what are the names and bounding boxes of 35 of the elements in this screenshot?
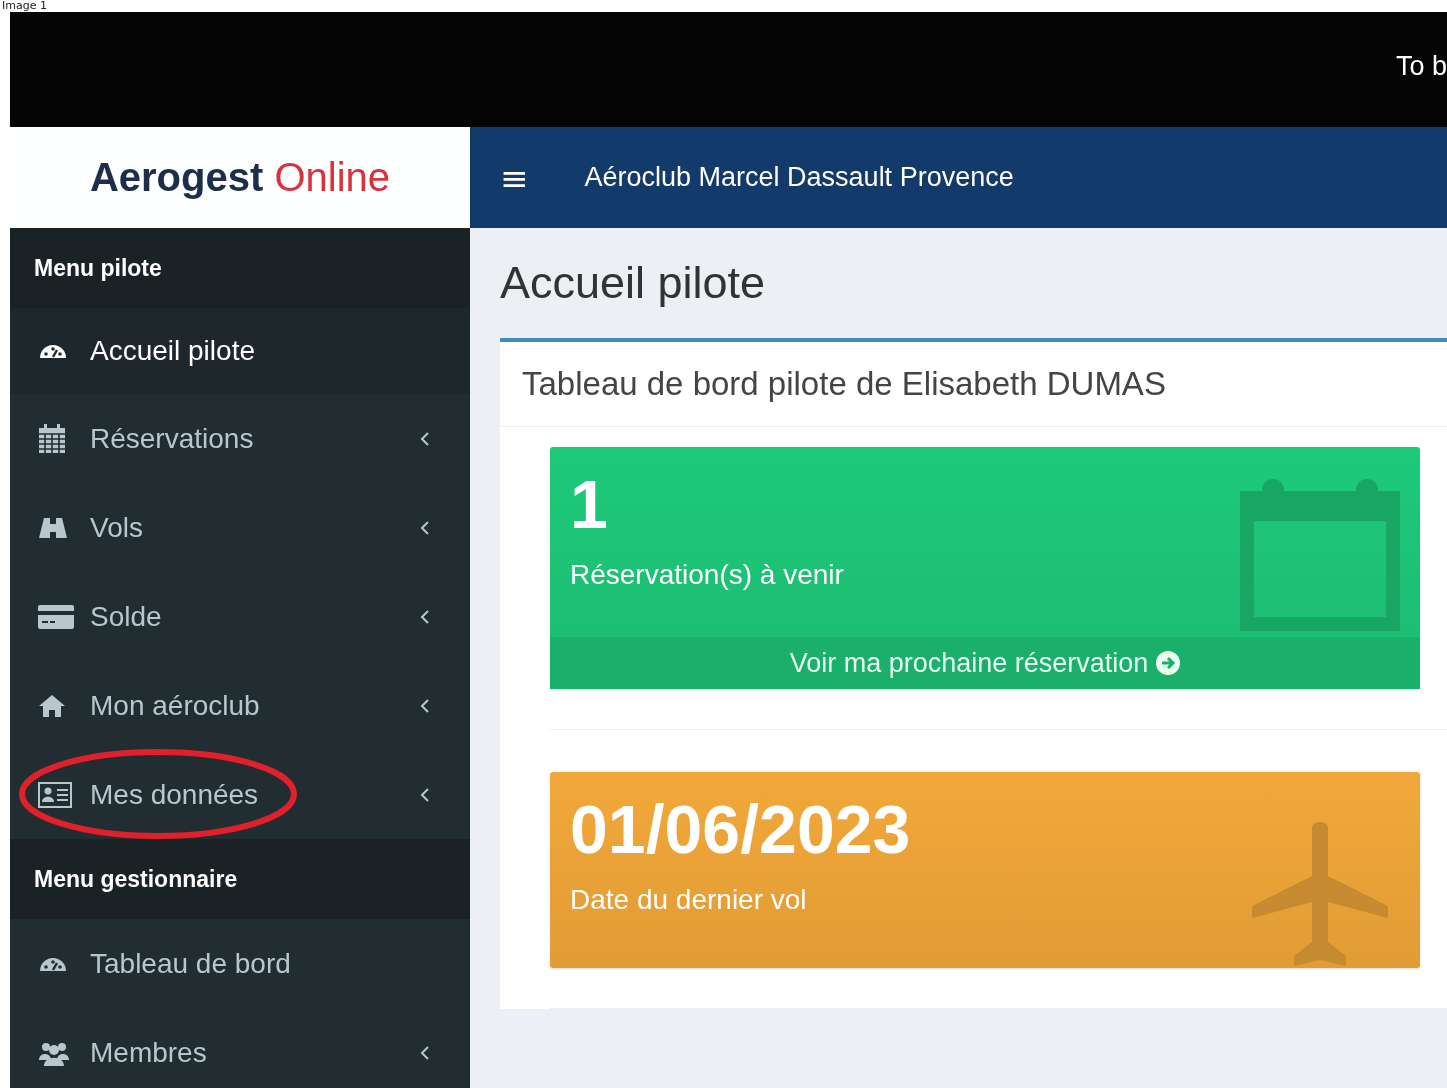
club-name: Aéroclub Marcel Dassault Provence bbox=[584, 162, 1014, 193]
dashboard-icon bbox=[38, 955, 68, 972]
calendar-icon bbox=[1240, 479, 1400, 631]
stat-value: 1 bbox=[570, 465, 609, 544]
page-title: Accueil pilote bbox=[500, 256, 767, 310]
sidebar-item[interactable]: Membres bbox=[10, 1008, 470, 1088]
image-caption: Image 1 bbox=[1, 0, 48, 12]
dashboard-icon bbox=[38, 343, 68, 359]
stat-label: Date du dernier vol bbox=[570, 884, 808, 918]
sidebar-header: Menu pilote bbox=[10, 228, 470, 308]
stat-value: 01/06/2023 bbox=[570, 790, 911, 869]
chevron-left-icon bbox=[420, 697, 430, 714]
chevron-left-icon bbox=[420, 430, 430, 447]
chevron-left-icon bbox=[420, 608, 430, 625]
id-card-icon bbox=[38, 781, 72, 808]
chevron-left-icon bbox=[420, 786, 430, 803]
home-icon bbox=[38, 693, 66, 718]
binoculars-icon bbox=[38, 515, 68, 540]
sidebar-item[interactable]: Accueil pilote bbox=[10, 308, 470, 394]
chevron-left-icon bbox=[420, 519, 430, 536]
sidebar-item[interactable]: Mes données bbox=[10, 750, 470, 839]
sidebar-item[interactable]: Mon aéroclub bbox=[10, 661, 470, 750]
credit-card-icon bbox=[38, 604, 74, 629]
sidebar-item[interactable]: Solde bbox=[10, 572, 470, 661]
sidebar-item[interactable]: Tableau de bord bbox=[10, 919, 470, 1008]
stat-label: Réservation(s) à venir bbox=[570, 559, 844, 593]
sidebar-item[interactable]: Réservations bbox=[10, 394, 470, 483]
calendar-icon bbox=[38, 423, 66, 454]
chevron-left-icon bbox=[420, 1044, 430, 1061]
menu-button[interactable]: ≡ bbox=[496, 160, 533, 195]
arrow-circle-right-icon bbox=[1156, 651, 1181, 675]
sidebar-item[interactable]: Vols bbox=[10, 483, 470, 572]
sidebar-header: Menu gestionnaire bbox=[10, 839, 470, 919]
panel-title: Tableau de bord pilote de Elisabeth DUMAS bbox=[522, 365, 1166, 403]
top-bar-text: To b bbox=[1395, 51, 1447, 83]
